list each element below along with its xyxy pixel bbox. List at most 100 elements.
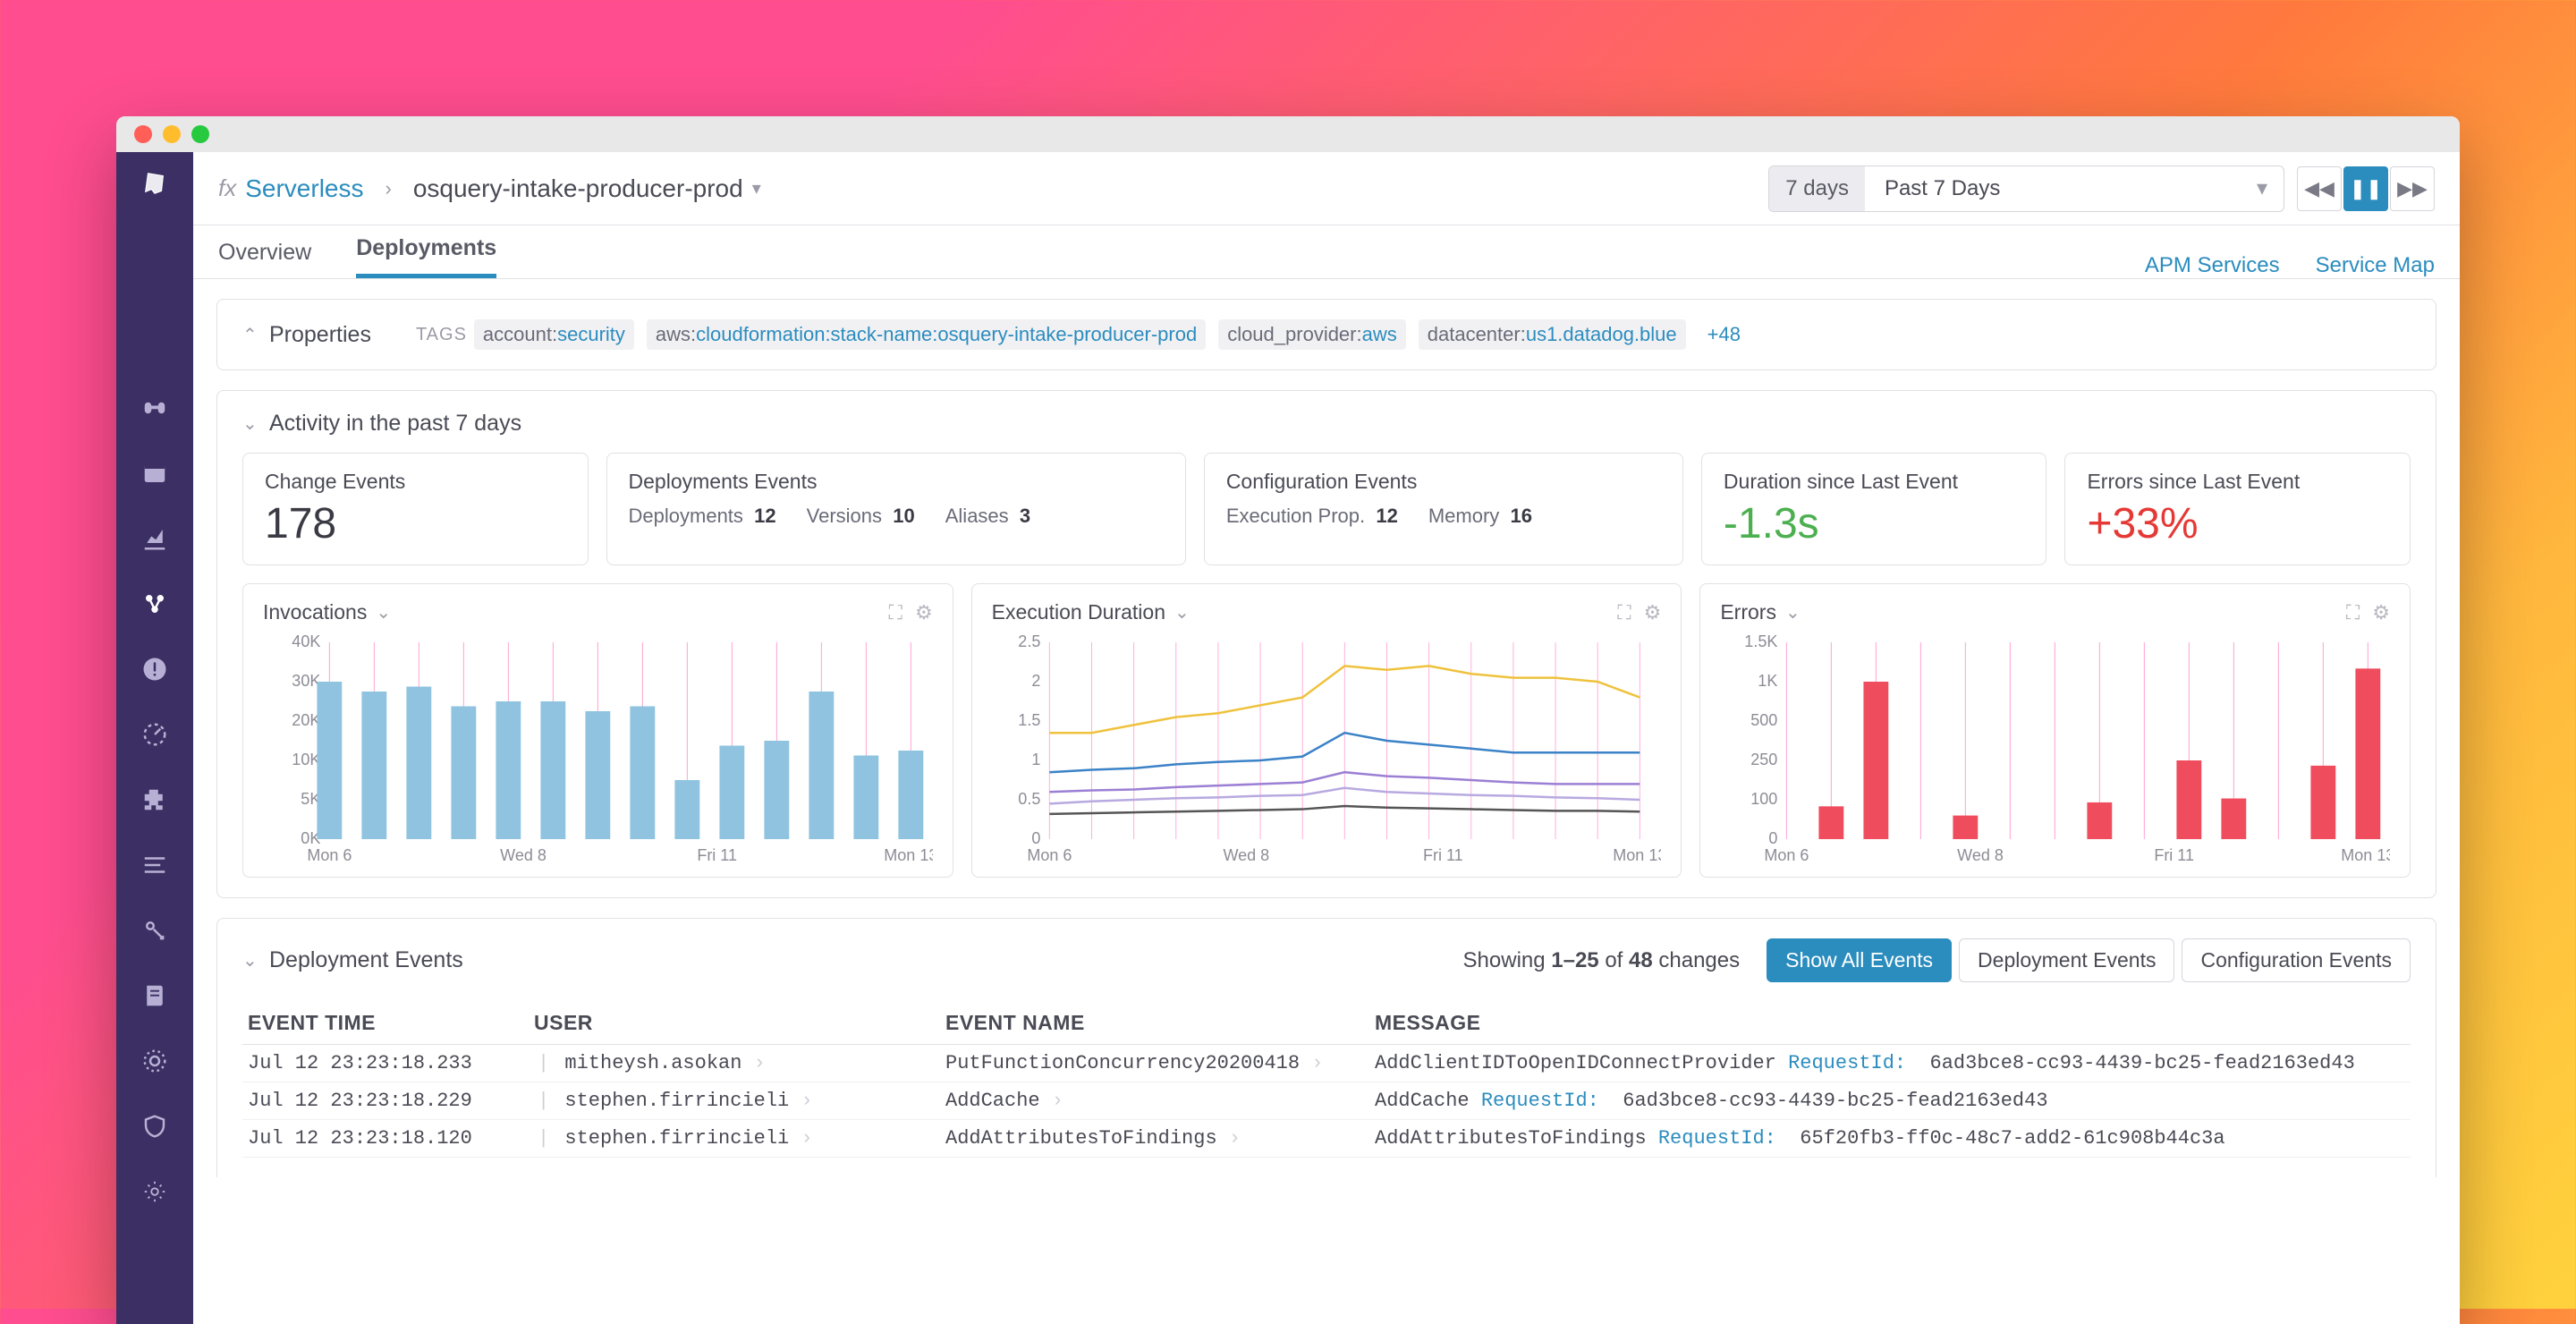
tag-chip[interactable]: datacenter:us1.datadog.blue: [1419, 319, 1686, 350]
nav-sidebar: [116, 152, 193, 1324]
chevron-down-icon[interactable]: ⌄: [376, 601, 391, 624]
activity-title: Activity in the past 7 days: [269, 411, 521, 437]
chart-errors: Errors ⌄ ⛶⚙ 01002505001K1.5KMon 6Wed 8Fr…: [1699, 583, 2411, 878]
svg-text:500: 500: [1751, 711, 1778, 729]
tags-more[interactable]: +48: [1699, 319, 1750, 350]
window-titlebar: [116, 116, 2460, 152]
nav-logs-icon[interactable]: [141, 852, 168, 883]
events-toggle[interactable]: ⌄ Deployment Events: [242, 947, 463, 973]
timerange-label: Past 7 Days: [1865, 176, 2241, 201]
forward-button[interactable]: ▶▶: [2390, 166, 2435, 211]
svg-text:Wed 8: Wed 8: [500, 846, 547, 864]
chart-execution-duration: Execution Duration ⌄ ⛶⚙ 00.511.522.5Mon …: [971, 583, 1682, 878]
tab-bar: Overview Deployments APM Services Servic…: [193, 225, 2460, 279]
svg-text:10K: 10K: [292, 751, 320, 768]
activity-panel: ⌄ Activity in the past 7 days Change Eve…: [216, 390, 2436, 898]
nav-apm-icon[interactable]: [141, 721, 168, 752]
chart-invocations: Invocations ⌄ ⛶⚙ 0K5K10K20K30K40KMon 6We…: [242, 583, 953, 878]
events-title: Deployment Events: [269, 947, 463, 973]
tags-list: account:security aws:cloudformation:stac…: [474, 319, 1750, 350]
nav-infra-icon[interactable]: [141, 590, 168, 622]
nav-metrics-icon[interactable]: [141, 525, 168, 556]
col-user[interactable]: USER: [534, 1011, 945, 1035]
deployment-events-panel: ⌄ Deployment Events Showing 1–25 of 48 c…: [216, 918, 2436, 1177]
link-apm-services[interactable]: APM Services: [2145, 253, 2280, 278]
window-maximize-icon[interactable]: [191, 125, 209, 143]
stat-deployments-events: Deployments Events Deployments 12 Versio…: [606, 453, 1186, 565]
nav-alert-icon[interactable]: [141, 656, 168, 687]
nav-settings-icon[interactable]: [141, 917, 168, 948]
svg-text:Mon 6: Mon 6: [1765, 846, 1809, 864]
pause-button[interactable]: ❚❚: [2343, 166, 2388, 211]
nav-security-icon[interactable]: [141, 1113, 168, 1144]
nav-dashboard-icon[interactable]: [141, 460, 168, 491]
svg-text:40K: 40K: [292, 633, 320, 650]
link-service-map[interactable]: Service Map: [2316, 253, 2435, 278]
svg-text:Wed 8: Wed 8: [1957, 846, 2004, 864]
properties-toggle[interactable]: ⌃ Properties: [242, 322, 371, 348]
breadcrumb-root[interactable]: Serverless: [245, 174, 363, 203]
svg-text:30K: 30K: [292, 672, 320, 690]
nav-notebook-icon[interactable]: [141, 982, 168, 1014]
svg-text:Mon 13: Mon 13: [1613, 846, 1661, 864]
svg-text:0: 0: [1769, 829, 1778, 847]
svg-text:250: 250: [1751, 751, 1778, 768]
chevron-down-icon[interactable]: ▾: [752, 177, 761, 199]
svg-text:Wed 8: Wed 8: [1223, 846, 1269, 864]
svg-text:20K: 20K: [292, 711, 320, 729]
col-message[interactable]: MESSAGE: [1375, 1011, 2405, 1035]
svg-text:Mon 6: Mon 6: [1027, 846, 1072, 864]
deployment-events-button[interactable]: Deployment Events: [1959, 938, 2174, 982]
rewind-button[interactable]: ◀◀: [2297, 166, 2342, 211]
expand-icon[interactable]: ⛶: [889, 601, 902, 624]
gear-icon[interactable]: ⚙: [1644, 601, 1662, 624]
tab-overview[interactable]: Overview: [218, 240, 311, 278]
window-close-icon[interactable]: [134, 125, 152, 143]
tab-deployments[interactable]: Deployments: [356, 235, 496, 278]
stat-duration: Duration since Last Event -1.3s: [1701, 453, 2047, 565]
tag-chip[interactable]: account:security: [474, 319, 634, 350]
nav-binoculars-icon[interactable]: [141, 395, 168, 426]
tags-label: TAGS: [416, 325, 467, 345]
window-minimize-icon[interactable]: [163, 125, 181, 143]
tag-chip[interactable]: cloud_provider:aws: [1218, 319, 1406, 350]
svg-text:0: 0: [1031, 829, 1040, 847]
svg-text:2: 2: [1031, 672, 1040, 690]
chevron-up-icon: ⌃: [242, 324, 260, 346]
chevron-down-icon[interactable]: ⌄: [1785, 601, 1801, 624]
chevron-down-icon: ⌄: [242, 949, 260, 972]
activity-toggle[interactable]: ⌄ Activity in the past 7 days: [242, 411, 2411, 437]
datadog-logo-icon[interactable]: [141, 170, 168, 201]
events-showing-text: Showing 1–25 of 48 changes: [1463, 948, 1741, 973]
configuration-events-button[interactable]: Configuration Events: [2182, 938, 2411, 982]
col-event-time[interactable]: EVENT TIME: [248, 1011, 534, 1035]
expand-icon[interactable]: ⛶: [1617, 601, 1631, 624]
gear-icon[interactable]: ⚙: [915, 601, 933, 624]
table-row[interactable]: Jul 12 23:23:18.120| stephen.firrincieli…: [242, 1120, 2411, 1158]
breadcrumb-current[interactable]: osquery-intake-producer-prod: [413, 174, 743, 203]
expand-icon[interactable]: ⛶: [2346, 601, 2360, 624]
table-row[interactable]: Jul 12 23:23:18.233| mitheysh.asokan ›Pu…: [242, 1045, 2411, 1082]
nav-rum-icon[interactable]: [141, 1178, 168, 1209]
show-all-events-button[interactable]: Show All Events: [1767, 938, 1952, 982]
svg-text:Fri 11: Fri 11: [2155, 846, 2195, 864]
svg-text:Mon 13: Mon 13: [2342, 846, 2390, 864]
svg-text:Fri 11: Fri 11: [1423, 846, 1463, 864]
chevron-down-icon: ▾: [2241, 175, 2284, 201]
table-row[interactable]: Jul 12 23:23:18.229| stephen.firrincieli…: [242, 1082, 2411, 1120]
svg-text:100: 100: [1751, 790, 1778, 808]
tag-chip[interactable]: aws:cloudformation:stack-name:osquery-in…: [647, 319, 1206, 350]
timerange-selector[interactable]: 7 days Past 7 Days ▾: [1768, 166, 2284, 212]
nav-integrations-icon[interactable]: [141, 786, 168, 818]
stat-change-events: Change Events 178: [242, 453, 589, 565]
properties-panel: ⌃ Properties TAGS account:security aws:c…: [216, 299, 2436, 370]
chevron-down-icon: ⌄: [242, 412, 260, 435]
svg-text:1.5K: 1.5K: [1745, 633, 1778, 650]
col-event-name[interactable]: EVENT NAME: [945, 1011, 1375, 1035]
chevron-down-icon[interactable]: ⌄: [1174, 601, 1190, 624]
svg-text:Mon 6: Mon 6: [307, 846, 352, 864]
gear-icon[interactable]: ⚙: [2372, 601, 2390, 624]
nav-synthetics-icon[interactable]: [141, 1048, 168, 1079]
svg-text:1.5: 1.5: [1018, 711, 1040, 729]
svg-text:2.5: 2.5: [1018, 633, 1040, 650]
